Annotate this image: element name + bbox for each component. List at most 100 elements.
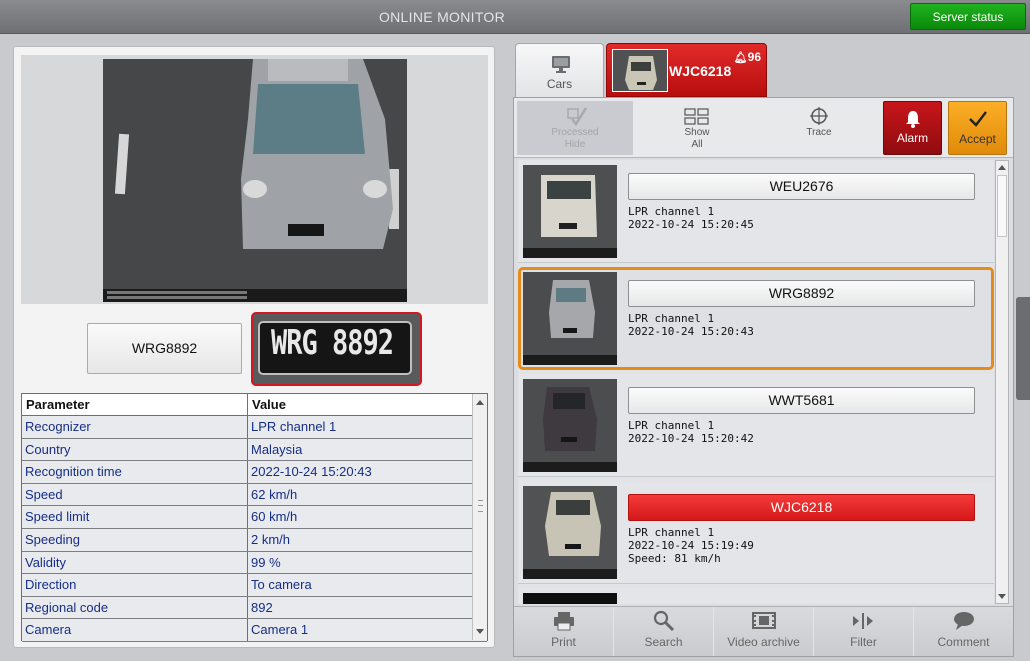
param-name: Validity [22,551,248,574]
event-info: LPR channel 1 2022-10-24 15:20:45 [628,205,754,231]
printer-icon [553,612,574,631]
scroll-up-arrow-icon[interactable] [476,400,484,405]
table-header: Parameter Value [22,394,487,416]
scroll-down-arrow-icon[interactable] [998,594,1006,599]
search-label: Search [644,635,683,649]
trace-button[interactable]: Trace [781,101,857,155]
table-row: Direction To camera [22,574,487,597]
comment-icon [953,612,974,630]
scroll-grip-icon[interactable] [478,500,483,512]
event-channel: LPR channel 1 [628,419,715,432]
events-list: WEU2676 LPR channel 1 2022-10-24 15:20:4… [518,160,994,604]
crosshair-icon [810,107,828,125]
print-button[interactable]: Print [514,607,614,656]
alarm-thumbnail [612,49,668,92]
param-name: Country [22,438,248,461]
show-all-button[interactable]: Show All [659,101,735,155]
param-value: Camera 1 [251,622,309,638]
scroll-up-arrow-icon[interactable] [998,165,1006,170]
events-panel: Processed Hide Show All Trace Alarm Acce… [513,97,1014,657]
param-name: Recognizer [22,416,248,438]
plate-crop-text: WRG 8892 [271,324,394,363]
table-row: Camera Camera 1 [22,619,487,642]
print-label: Print [551,635,576,649]
event-thumbnail [523,165,617,258]
filter-label: Filter [850,635,877,649]
bottom-toolbar: Print Search Video archive Filter Commen… [514,606,1013,656]
column-header-parameter: Parameter [22,394,248,415]
plate-crop-image: WRG 8892 [251,312,422,386]
param-value: Malaysia [251,441,303,457]
filter-button[interactable]: Filter [814,607,914,656]
table-row: Speed 62 km/h [22,483,487,507]
recognized-plate-text: WRG8892 [87,323,242,374]
checkmark-icon [968,111,987,127]
tab-alarm-event[interactable]: WJC6218 🔔︎96 [606,43,767,97]
recognition-detail-panel: WRG8892 WRG 8892 Parameter Value Recogni… [13,46,495,648]
events-scrollbar[interactable] [995,160,1009,604]
tab-cars[interactable]: Cars [515,43,604,99]
param-value: To camera [251,577,312,593]
scroll-down-arrow-icon[interactable] [476,629,484,634]
app-title: ONLINE MONITOR [378,9,506,25]
show-label-2: All [691,139,703,150]
table-row: Recognizer LPR channel 1 [22,416,487,439]
video-archive-button[interactable]: Video archive [714,607,814,656]
param-name: Speeding [22,528,248,551]
accept-button-label: Accept [959,132,996,146]
list-item-alarm[interactable]: WJC6218 LPR channel 1 2022-10-24 15:19:4… [518,481,994,584]
bell-icon: 🔔︎ [733,52,748,64]
param-value: 99 % [251,554,281,570]
search-icon [653,610,674,632]
list-item-partial[interactable] [518,588,994,604]
alarm-count: 🔔︎96 [734,50,761,64]
event-thumbnail [523,593,617,604]
param-name: Regional code [22,596,248,619]
param-name: Speed [22,483,248,506]
processed-hide-button[interactable]: Processed Hide [517,101,633,155]
processed-check-icon [567,107,588,127]
snapshot-frame [21,55,488,304]
list-item-selected[interactable]: WRG8892 LPR channel 1 2022-10-24 15:20:4… [518,267,994,370]
param-name: Camera [22,619,248,641]
alarm-tab-plate: WJC6218 [669,63,732,79]
event-thumbnail [523,379,617,472]
show-all-icon [684,108,709,125]
events-toolbar: Processed Hide Show All Trace Alarm Acce… [514,98,1013,158]
scroll-thumb[interactable] [997,175,1007,237]
accept-button[interactable]: Accept [948,101,1007,155]
list-item[interactable]: WWT5681 LPR channel 1 2022-10-24 15:20:4… [518,374,994,477]
table-row: Validity 99 % [22,551,487,575]
film-icon [751,612,776,629]
event-time: 2022-10-24 15:19:49 [628,539,754,552]
parameters-table: Parameter Value Recognizer LPR channel 1 … [21,393,488,642]
event-info: LPR channel 1 2022-10-24 15:20:42 [628,419,754,445]
table-row: Speed limit 60 km/h [22,506,487,529]
event-thumbnail [523,272,617,365]
comment-label: Comment [937,635,990,649]
event-plate: WRG8892 [628,280,975,307]
param-value: 62 km/h [251,486,298,502]
param-name: Direction [22,574,248,596]
filter-icon [852,613,873,629]
processed-label-1: Processed [551,127,599,138]
alarm-count-value: 96 [747,50,761,64]
event-channel: LPR channel 1 [628,312,715,325]
search-button[interactable]: Search [614,607,714,656]
alarm-button[interactable]: Alarm [883,101,942,155]
event-channel: LPR channel 1 [628,526,715,539]
column-header-value: Value [252,397,286,412]
param-value: 892 [251,599,273,615]
side-panel-handle[interactable] [1016,297,1030,400]
table-row: Recognition time 2022-10-24 15:20:43 [22,461,487,484]
vehicle-snapshot [103,59,407,302]
list-item[interactable]: WEU2676 LPR channel 1 2022-10-24 15:20:4… [518,160,994,263]
event-info: LPR channel 1 2022-10-24 15:20:43 [628,312,754,338]
table-scrollbar[interactable] [472,394,487,640]
event-thumbnail [523,486,617,579]
comment-button[interactable]: Comment [914,607,1013,656]
video-archive-label: Video archive [727,635,800,649]
tab-cars-label: Cars [546,77,573,91]
table-row: Speeding 2 km/h [22,528,487,552]
server-status-button[interactable]: Server status [910,3,1026,30]
